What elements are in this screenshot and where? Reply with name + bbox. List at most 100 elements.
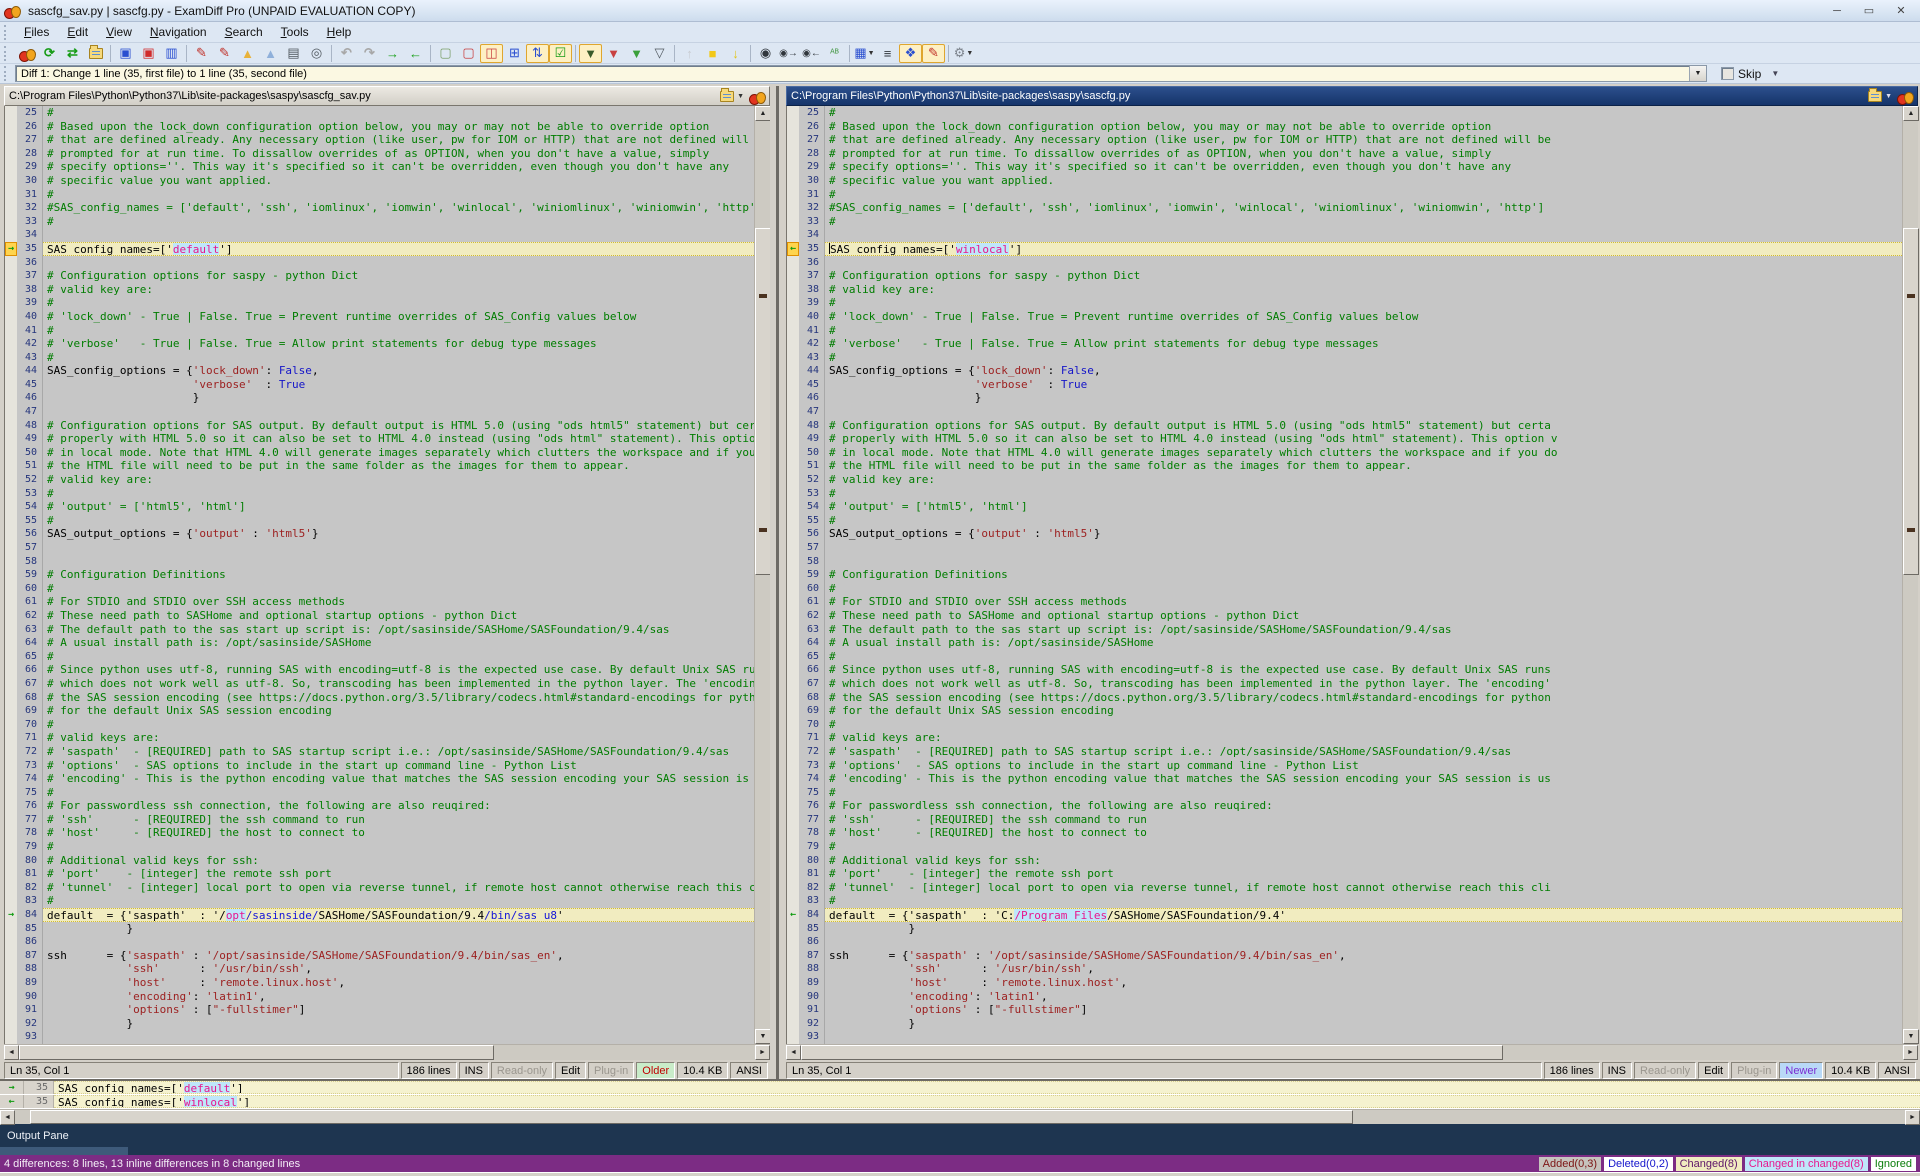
code-line[interactable]: 60# [5,582,754,596]
code-line[interactable]: 36 [787,256,1902,270]
save-first-icon[interactable]: ▣ [114,44,137,63]
code-line[interactable]: 28# prompted for at run time. To dissall… [5,147,754,161]
code-line[interactable]: 32#SAS_config_names = ['default', 'ssh',… [5,201,754,215]
second-file-header[interactable]: C:\Program Files\Python\Python37\Lib\sit… [786,86,1918,106]
swap-panes-icon[interactable]: ⇄ [61,44,84,63]
diff-dropdown-icon[interactable]: ▼ [1689,66,1706,81]
code-line[interactable]: 93 [5,1030,754,1044]
filter-all-diffs-icon[interactable]: ▼ [579,44,602,63]
code-line[interactable]: 76# For passwordless ssh connection, the… [5,799,754,813]
code-line[interactable]: 89 'host' : 'remote.linux.host', [5,976,754,990]
code-line[interactable]: ←84default = {'saspath' : 'C:/Program Fi… [787,908,1902,922]
code-line[interactable]: 90 'encoding': 'latin1', [5,990,754,1004]
show-first-file-icon[interactable]: ▢ [434,44,457,63]
code-line[interactable]: 26# Based upon the lock_down configurati… [5,120,754,134]
code-line[interactable]: →35SAS_config_names=['default'] [5,242,754,256]
pane-divider[interactable] [770,86,786,1079]
toolbar-grip[interactable] [4,46,11,61]
code-line[interactable]: 71# valid keys are: [787,731,1902,745]
open-files-icon[interactable] [84,44,107,63]
close-button[interactable]: ✕ [1886,2,1916,19]
code-line[interactable]: 43# [5,351,754,365]
code-line[interactable]: 72# 'saspath' - [REQUIRED] path to SAS s… [5,745,754,759]
code-line[interactable]: 93 [787,1030,1902,1044]
code-line[interactable]: 80# Additional valid keys for ssh: [787,854,1902,868]
code-line[interactable]: 31# [5,188,754,202]
code-line[interactable]: 60# [787,582,1902,596]
editor-options-icon[interactable]: ✎ [922,44,945,63]
menu-edit[interactable]: Edit [58,23,97,41]
code-line[interactable]: 87ssh = {'saspath' : '/opt/sasinside/SAS… [5,949,754,963]
code-line[interactable]: 78# 'host' - [REQUIRED] the host to conn… [787,826,1902,840]
app-icon[interactable] [15,44,38,63]
code-line[interactable]: 57 [787,541,1902,555]
open-first-file-icon[interactable] [720,91,734,102]
diff-pane-scrollbar[interactable]: ◄ ► [0,1109,1920,1124]
prev-difference-icon[interactable]: ← [404,44,427,63]
code-line[interactable]: 58 [787,555,1902,569]
replace-icon[interactable]: ᴬᴮ [823,44,846,63]
scroll-up-icon[interactable]: ▲ [755,106,771,121]
redo-icon[interactable]: ↷ [358,44,381,63]
code-line[interactable]: 51# the HTML file will need to be put in… [5,459,754,473]
menu-view[interactable]: View [97,23,141,41]
find-next-icon[interactable]: ◉→ [777,44,800,63]
menu-tools[interactable]: Tools [272,23,318,41]
code-line[interactable]: 62# These need path to SASHome and optio… [787,609,1902,623]
filter-search-icon[interactable]: ▽ [648,44,671,63]
first-file-editor[interactable]: 25#26# Based upon the lock_down configur… [4,106,770,1044]
code-line[interactable]: 53# [5,487,754,501]
code-line[interactable]: 27# that are defined already. Any necess… [5,133,754,147]
code-line[interactable]: 57 [5,541,754,555]
code-line[interactable]: 63# The default path to the sas start up… [5,623,754,637]
scroll-right-icon[interactable]: ► [1905,1110,1920,1125]
code-line[interactable]: 82# 'tunnel' - [integer] local port to o… [5,881,754,895]
code-line[interactable]: 73# 'options' - SAS options to include i… [5,759,754,773]
layout-icon[interactable]: ▦▼ [853,44,876,63]
code-line[interactable]: 28# prompted for at run time. To dissall… [787,147,1902,161]
code-line[interactable]: 26# Based upon the lock_down configurati… [787,120,1902,134]
first-diff-icon[interactable]: ↑ [678,44,701,63]
code-line[interactable]: 40# 'lock_down' - True | False. True = P… [5,310,754,324]
current-diff-row[interactable]: → 35SAS_config_names=['default'] [0,1081,1920,1095]
code-line[interactable]: 55# [5,514,754,528]
code-line[interactable]: 52# valid key are: [787,473,1902,487]
plugins-icon[interactable]: ❖ [899,44,922,63]
code-line[interactable]: 70# [5,718,754,732]
merge-second-icon[interactable]: ▲ [259,44,282,63]
code-line[interactable]: 63# The default path to the sas start up… [787,623,1902,637]
current-diff-icon[interactable]: ■ [701,44,724,63]
code-line[interactable]: 80# Additional valid keys for ssh: [5,854,754,868]
save-second-icon[interactable]: ▣ [137,44,160,63]
code-line[interactable]: 67# which does not work well as utf-8. S… [787,677,1902,691]
code-line[interactable]: 68# the SAS session encoding (see https:… [787,691,1902,705]
code-line[interactable]: 75# [5,786,754,800]
code-line[interactable]: 39# [5,296,754,310]
code-line[interactable]: 36 [5,256,754,270]
code-line[interactable]: 51# the HTML file will need to be put in… [787,459,1902,473]
code-line[interactable]: 44SAS_config_options = {'lock_down': Fal… [787,364,1902,378]
code-line[interactable]: 69# for the default Unix SAS session enc… [787,704,1902,718]
code-line[interactable]: 45 'verbose' : True [787,378,1902,392]
output-pane-tab[interactable] [0,1147,128,1155]
code-line[interactable]: 47 [787,405,1902,419]
code-line[interactable]: 79# [5,840,754,854]
code-line[interactable]: 92 } [5,1017,754,1031]
code-line[interactable]: 82# 'tunnel' - [integer] local port to o… [787,881,1902,895]
code-line[interactable]: 38# valid key are: [787,283,1902,297]
second-vertical-scrollbar[interactable]: ▲ ▼ [1902,106,1918,1044]
code-line[interactable]: 41# [5,324,754,338]
code-line[interactable]: 56SAS_output_options = {'output' : 'html… [5,527,754,541]
next-difference-icon[interactable]: → [381,44,404,63]
scroll-up-icon[interactable]: ▲ [1903,106,1919,121]
code-line[interactable]: 48# Configuration options for SAS output… [5,419,754,433]
code-line[interactable]: 46 } [5,391,754,405]
code-line[interactable]: 30# specific value you want applied. [5,174,754,188]
code-line[interactable]: 50# in local mode. Note that HTML 4.0 wi… [5,446,754,460]
code-line[interactable]: 89 'host' : 'remote.linux.host', [787,976,1902,990]
code-line[interactable]: ←35SAS_config_names=['winlocal'] [787,242,1902,256]
code-line[interactable]: 90 'encoding': 'latin1', [787,990,1902,1004]
code-line[interactable]: 61# For STDIO and STDIO over SSH access … [787,595,1902,609]
menu-files[interactable]: Files [15,23,58,41]
scroll-down-icon[interactable]: ▼ [755,1029,771,1044]
